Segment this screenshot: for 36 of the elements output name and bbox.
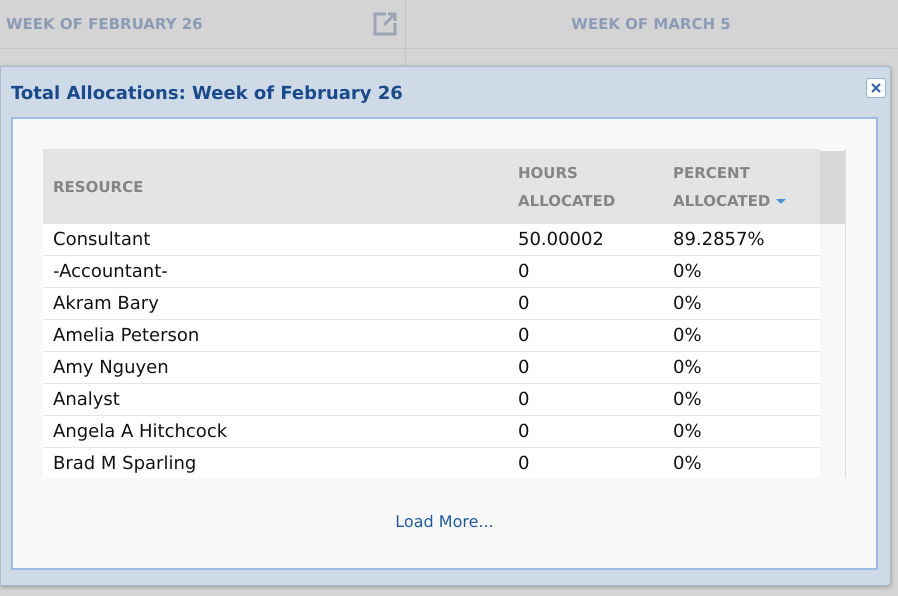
table-cell-text: 0% [672,292,703,316]
close-icon [870,82,882,94]
scrollbar[interactable] [820,149,846,478]
popout-icon[interactable] [373,12,397,36]
table-cell-text: 0% [672,388,703,412]
table-cell-text: 0% [672,260,703,284]
table-cell-text: Angela A Hitchcock [52,420,228,444]
table-cell-text: 0 [517,292,530,316]
table-cell-text: 0% [672,452,703,476]
table-cell-text: 0 [517,356,530,380]
week-header: WEEK OF MARCH 5 [571,15,731,33]
table-cell-text: Akram Bary [52,292,160,316]
close-button[interactable] [866,78,886,98]
table-cell-text: 50.00002 [517,228,605,252]
table-cell-text: -Accountant- [52,260,169,284]
table-cell-text: 0 [517,420,530,444]
week-header: WEEK OF FEBRUARY 26 [6,15,203,33]
dialog-title: Total Allocations: Week of February 26 [11,82,403,104]
table-cell-text: 0% [672,356,703,380]
column-header[interactable]: RESOURCE [43,149,508,224]
table-cell-text: Amelia Peterson [52,324,200,348]
table-cell-text: Analyst [52,388,121,412]
column-header[interactable]: HOURS ALLOCATED [508,149,663,224]
table-cell-text: 0 [517,324,530,348]
table-cell-text: Amy Nguyen [52,356,170,380]
table-cell-text: 0% [672,420,703,444]
load-more-link[interactable]: Load More... [395,512,494,531]
table-cell-text: 89.2857% [672,228,766,252]
table-cell-text: 0 [517,452,530,476]
table-cell-text: 0 [517,388,530,412]
table-cell-text: Consultant [52,228,152,252]
table-cell-text: Brad M Sparling [52,452,198,476]
table-cell-text: 0 [517,260,530,284]
scrollbar-thumb[interactable] [820,151,845,224]
table-cell-text: 0% [672,324,703,348]
column-header[interactable]: PERCENT ALLOCATED [663,149,820,224]
